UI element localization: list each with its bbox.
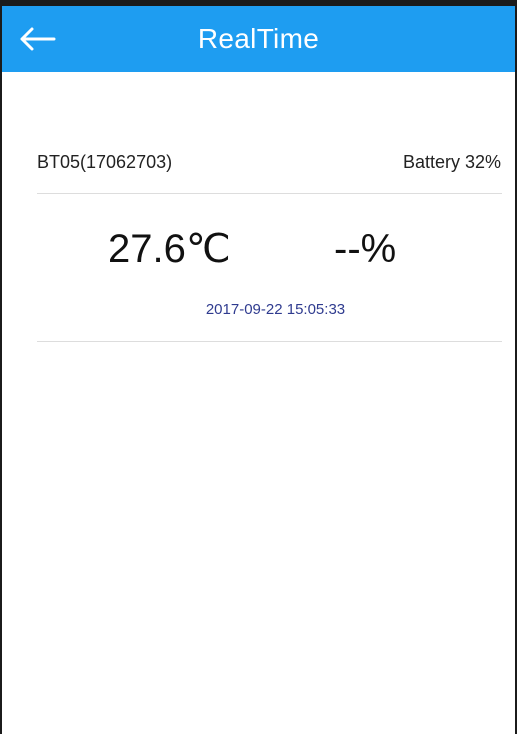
device-name: BT05(17062703) bbox=[37, 151, 173, 172]
humidity-value: --% bbox=[334, 227, 397, 271]
divider-top bbox=[37, 193, 502, 194]
temperature-value: 27.6℃ bbox=[108, 227, 231, 271]
battery-status: Battery 32% bbox=[402, 151, 501, 172]
page-title: RealTime bbox=[197, 23, 320, 54]
divider-bottom bbox=[37, 341, 502, 342]
device-info-row: BT05(17062703) Battery 32% bbox=[37, 148, 501, 176]
app-bar: RealTime bbox=[0, 6, 517, 72]
screen-frame bbox=[0, 0, 517, 734]
reading-timestamp: 2017-09-22 15:05:33 bbox=[205, 301, 346, 318]
